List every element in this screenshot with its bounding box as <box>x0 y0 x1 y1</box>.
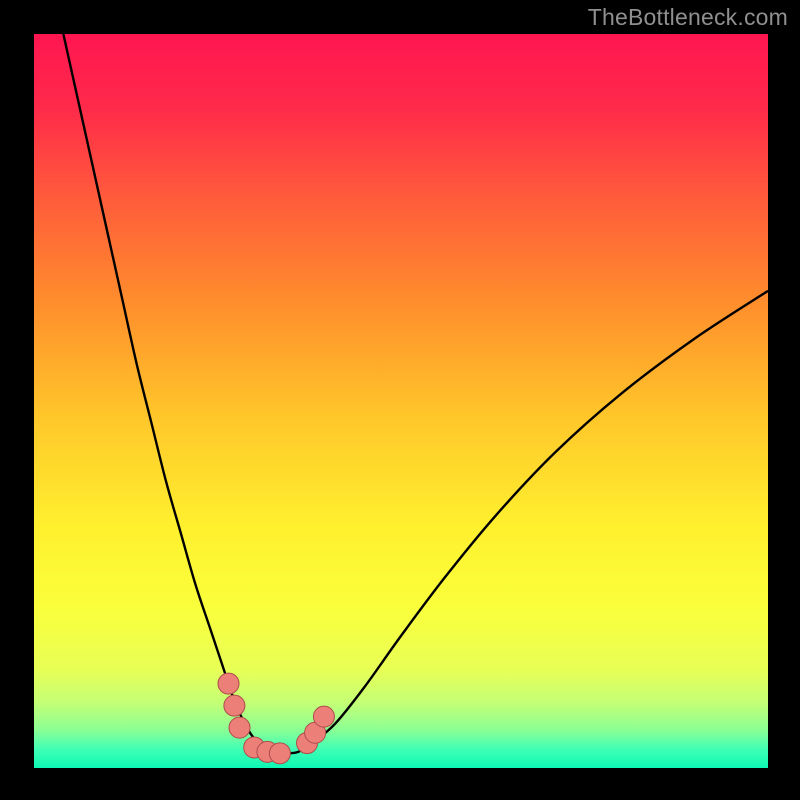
marker-point <box>269 743 290 764</box>
chart-frame: TheBottleneck.com <box>0 0 800 800</box>
marker-point <box>229 717 250 738</box>
bottleneck-chart <box>0 0 800 800</box>
plot-background <box>34 34 768 768</box>
marker-point <box>224 695 245 716</box>
marker-point <box>218 673 239 694</box>
marker-point <box>313 706 334 727</box>
